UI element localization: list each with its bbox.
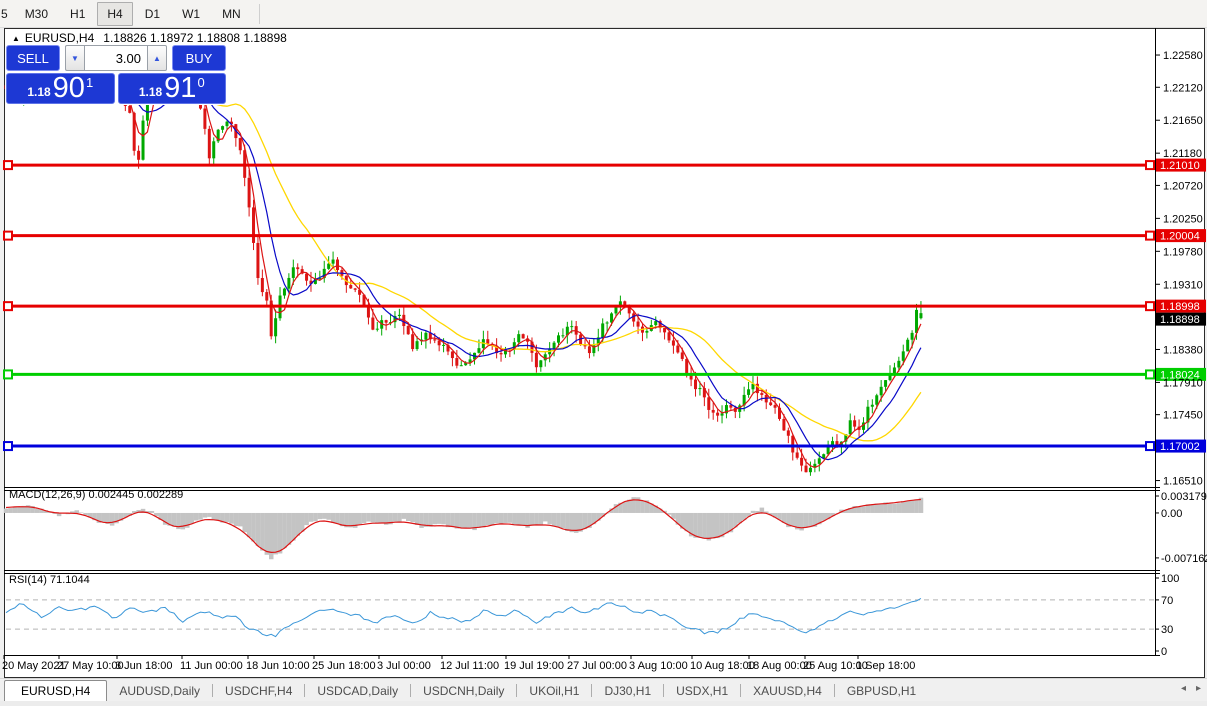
svg-text:30: 30 [1161,624,1173,636]
svg-text:19 Jul 19:00: 19 Jul 19:00 [504,660,564,672]
volume-decrease-button[interactable]: ▼ [65,45,84,71]
chart-symbol-header: ▲ EURUSD,H4 1.18826 1.18972 1.18808 1.18… [12,31,291,45]
ask-price-button[interactable]: 1.18 91 0 [118,73,227,104]
ask-price-prefix: 1.18 [139,85,162,99]
timeframe-toolbar: 5M30H1H4D1W1MN [0,0,1207,28]
svg-text:27 Jul 00:00: 27 Jul 00:00 [567,660,627,672]
svg-text:12 Jul 11:00: 12 Jul 11:00 [440,660,499,672]
svg-text:0.00: 0.00 [1161,508,1182,520]
ask-price-big-digits: 91 [164,75,196,102]
tab-scroll-arrows: ◂ ▸ [1181,683,1201,694]
bid-price-button[interactable]: 1.18 90 1 [6,73,115,104]
svg-text:1.18898: 1.18898 [1160,314,1200,326]
chart-tab-audusd[interactable]: AUDUSD,Daily [107,681,212,701]
chart-tab-usdchf[interactable]: USDCHF,H4 [213,681,304,701]
chart-tab-usdcad[interactable]: USDCAD,Daily [305,681,410,701]
volume-increase-button[interactable]: ▲ [148,45,167,71]
svg-text:1.20004: 1.20004 [1160,231,1200,243]
chart-canvas[interactable]: 1.22580 1.22120 1.21650 1.21180 1.20720 1.202… [0,0,1207,706]
svg-text:1.17002: 1.17002 [1160,441,1200,453]
svg-text:25 Jun 18:00: 25 Jun 18:00 [312,660,376,672]
svg-text:1.21010: 1.21010 [1160,160,1200,172]
ask-price-pipette: 0 [197,75,204,90]
bid-price-big-digits: 90 [53,75,85,102]
svg-text:0.003179: 0.003179 [1161,491,1207,503]
timeframe-button-D1[interactable]: D1 [135,2,170,26]
svg-text:3 Aug 10:00: 3 Aug 10:00 [629,660,688,672]
chevron-down-icon: ▼ [71,54,79,63]
tab-scroll-left-icon[interactable]: ◂ [1181,683,1186,694]
svg-text:1.18998: 1.18998 [1160,301,1200,313]
svg-text:11 Jun 00:00: 11 Jun 00:00 [180,660,243,672]
tab-scroll-right-icon[interactable]: ▸ [1196,683,1201,694]
chart-tab-gbpusd[interactable]: GBPUSD,H1 [835,681,928,701]
sell-button[interactable]: SELL [6,45,60,71]
svg-text:1.19780: 1.19780 [1163,246,1203,258]
svg-text:3 Jun 18:00: 3 Jun 18:00 [115,660,173,672]
svg-text:1.16510: 1.16510 [1163,476,1203,488]
chart-tab-usdcnh[interactable]: USDCNH,Daily [411,681,516,701]
svg-text:1.18024: 1.18024 [1160,369,1200,381]
svg-text:1.22120: 1.22120 [1163,82,1203,94]
svg-text:1.21650: 1.21650 [1163,115,1203,127]
svg-text:1 Sep 18:00: 1 Sep 18:00 [856,660,915,672]
bid-price-pipette: 1 [86,75,93,90]
svg-text:1.18380: 1.18380 [1163,344,1203,356]
timeframe-button-MN[interactable]: MN [212,2,251,26]
chart-tab-eurusd[interactable]: EURUSD,H4 [4,680,107,702]
svg-text:1.17450: 1.17450 [1163,410,1203,422]
status-strip [0,701,1207,706]
svg-text:1.22580: 1.22580 [1163,50,1203,62]
timeframe-button-H1[interactable]: H1 [60,2,95,26]
one-click-trading-panel: SELL ▼ 3.00 ▲ BUY 1.18 90 1 1.18 91 0 [5,44,227,105]
svg-text:0: 0 [1161,646,1167,658]
svg-text:70: 70 [1161,595,1173,607]
svg-text:100: 100 [1161,573,1179,585]
toolbar-separator [259,4,260,24]
svg-text:10 Aug 18:00: 10 Aug 18:00 [690,660,755,672]
svg-text:3 Jul 00:00: 3 Jul 00:00 [377,660,431,672]
chevron-up-icon: ▲ [153,54,161,63]
chart-tab-ukoil[interactable]: UKOil,H1 [517,681,591,701]
chart-tab-usdx[interactable]: USDX,H1 [664,681,740,701]
chart-ohlc-values: 1.18826 1.18972 1.18808 1.18898 [103,31,287,45]
svg-text:1.21180: 1.21180 [1163,148,1202,160]
chart-symbol-label: EURUSD,H4 [25,31,94,45]
volume-stepper: ▼ 3.00 ▲ [65,45,167,71]
timeframe-button-5[interactable]: 5 [0,2,13,26]
svg-text:27 May 10:00: 27 May 10:00 [57,660,124,672]
macd-indicator-label: MACD(12,26,9) 0.002445 0.002289 [9,489,183,501]
chart-tab-dj30[interactable]: DJ30,H1 [592,681,663,701]
svg-text:1.19310: 1.19310 [1163,279,1203,291]
chart-tabs-bar: EURUSD,H4AUDUSD,DailyUSDCHF,H4USDCAD,Dai… [0,678,1207,702]
chart-tab-xauusd[interactable]: XAUUSD,H4 [741,681,834,701]
timeframe-button-M30[interactable]: M30 [15,2,58,26]
timeframe-button-W1[interactable]: W1 [172,2,210,26]
bid-price-prefix: 1.18 [27,85,50,99]
svg-text:-0.007162: -0.007162 [1161,553,1207,565]
svg-text:18 Jun 10:00: 18 Jun 10:00 [246,660,310,672]
svg-text:1.20250: 1.20250 [1163,213,1203,225]
rsi-indicator-label: RSI(14) 71.1044 [9,574,90,586]
svg-text:1.20720: 1.20720 [1163,180,1203,192]
collapse-panel-icon[interactable]: ▲ [12,34,20,43]
volume-input[interactable]: 3.00 [84,45,148,71]
buy-button[interactable]: BUY [172,45,226,71]
timeframe-button-H4[interactable]: H4 [97,2,132,26]
